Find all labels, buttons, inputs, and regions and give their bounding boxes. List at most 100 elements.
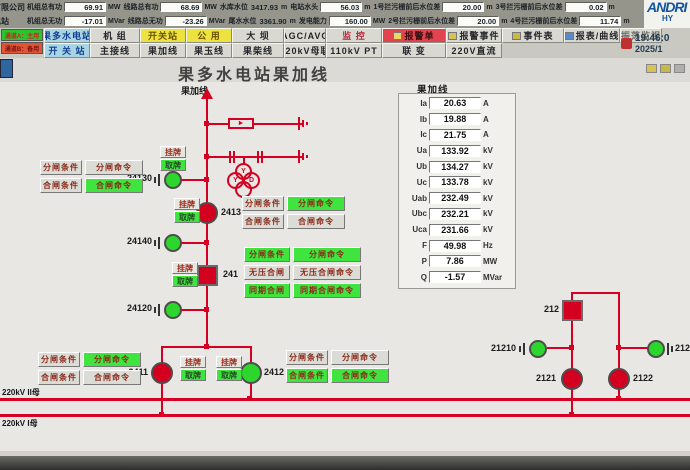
- command-button[interactable]: 分闸命令: [287, 196, 345, 211]
- condition-button[interactable]: 合闸条件: [40, 178, 82, 193]
- command-button[interactable]: 合闸命令: [83, 370, 141, 385]
- mini-toolbar-icon[interactable]: [646, 64, 657, 73]
- measurement-value: 133.92: [429, 145, 481, 157]
- mini-toolbar-icon[interactable]: [660, 64, 671, 73]
- tab-units[interactable]: 机 组: [90, 28, 140, 43]
- command-button[interactable]: 无压合闸命令: [293, 265, 361, 280]
- status-field-unit: MW: [204, 4, 216, 11]
- mini-toolbar-icon[interactable]: [674, 64, 685, 73]
- earth-switch-24140[interactable]: [164, 234, 182, 252]
- earth-symbol: [519, 346, 521, 352]
- command-button[interactable]: 同期合闸命令: [293, 283, 361, 298]
- condition-button[interactable]: 分闸条件: [244, 247, 290, 262]
- switch-label: 212: [535, 304, 559, 314]
- command-button[interactable]: 合闸命令: [287, 214, 345, 229]
- switch-label: 241: [223, 269, 238, 279]
- wire: [547, 347, 571, 349]
- status-field-unit: m: [609, 4, 615, 11]
- junction-dot: [569, 345, 574, 350]
- condition-button[interactable]: 同期合闸: [244, 283, 290, 298]
- measurement-unit: A: [483, 115, 489, 124]
- condition-button[interactable]: 分闸条件: [40, 160, 82, 175]
- hang-tag-button[interactable]: 挂牌: [160, 146, 186, 158]
- status-field-value: 20.00: [442, 2, 484, 12]
- measurement-label: Ua: [401, 146, 427, 155]
- earth-symbol: [667, 343, 669, 355]
- wire: [620, 347, 648, 349]
- remove-tag-button[interactable]: 取牌: [172, 275, 198, 287]
- tab-monitor[interactable]: 监 控: [326, 28, 382, 43]
- status-field: 尾水水位 3361.90 m: [228, 16, 295, 26]
- tab-alarm-sheet[interactable]: 报警单: [382, 28, 446, 43]
- command-button[interactable]: 分闸命令: [83, 352, 141, 367]
- condition-button[interactable]: 合闸条件: [38, 370, 80, 385]
- measurement-label: P: [401, 257, 427, 266]
- status-field-value: 11.74: [579, 16, 621, 26]
- condition-button[interactable]: 分闸条件: [286, 350, 328, 365]
- tab-event-list[interactable]: 事件表: [502, 28, 564, 43]
- tab-label: 公 用: [197, 29, 221, 42]
- status-bar: 有限公司 机组总有功 69.91 MW 线路总有功 68.69 MW: [0, 0, 690, 29]
- tab-110kv-pt[interactable]: 110kV PT: [326, 43, 382, 58]
- disconnector-2122[interactable]: [608, 368, 630, 390]
- hang-tag-button[interactable]: 挂牌: [172, 262, 198, 274]
- earth-terminal: [298, 150, 300, 163]
- disconnector-2121[interactable]: [561, 368, 583, 390]
- command-button[interactable]: 合闸命令: [85, 178, 143, 193]
- remove-tag-button[interactable]: 取牌: [174, 211, 200, 223]
- measurement-row: Uc 133.78 kV: [401, 176, 515, 189]
- tab-agc-avc[interactable]: AGC/AVC: [284, 28, 326, 43]
- remove-tag-button[interactable]: 取牌: [180, 369, 206, 381]
- tab-220kv-bus-tie[interactable]: 220kV母联: [284, 43, 326, 58]
- tab-label: 110kV PT: [330, 46, 378, 56]
- earth-switch-24130[interactable]: [164, 171, 182, 189]
- earth-switch-21210[interactable]: [529, 340, 547, 358]
- tab-dam[interactable]: 大 坝: [232, 28, 284, 43]
- disconnector-2412[interactable]: [240, 362, 262, 384]
- earth-switch-24120[interactable]: [164, 301, 182, 319]
- remove-tag-button[interactable]: 取牌: [216, 369, 242, 381]
- nav-icon[interactable]: [0, 59, 13, 78]
- earth-switch-21220[interactable]: [647, 340, 665, 358]
- tab-guoyu-line[interactable]: 果玉线: [186, 43, 232, 58]
- condition-button[interactable]: 分闸条件: [242, 196, 284, 211]
- hang-tag-button[interactable]: 挂牌: [174, 198, 200, 210]
- status-field-label: 线路总无功: [128, 16, 163, 26]
- hang-tag-button[interactable]: 挂牌: [216, 356, 242, 368]
- condition-button[interactable]: 分闸条件: [38, 352, 80, 367]
- status-field-value: 3361.90: [258, 17, 287, 26]
- status-field-label: 3号拦污栅前后水位差: [496, 2, 563, 12]
- tab-switchyard[interactable]: 开关站: [140, 28, 186, 43]
- remove-tag-button[interactable]: 取牌: [160, 159, 186, 171]
- breaker-241[interactable]: [197, 265, 218, 286]
- tab-220v-dc[interactable]: 220V直流: [446, 43, 502, 58]
- condition-button[interactable]: 合闸条件: [286, 368, 328, 383]
- tab-label: AGC/AVC: [284, 31, 326, 41]
- taskbar[interactable]: [0, 456, 690, 470]
- tab-common[interactable]: 公 用: [186, 28, 232, 43]
- junction-dot: [159, 412, 164, 417]
- condition-button[interactable]: 合闸条件: [242, 214, 284, 229]
- tab-reports-curves[interactable]: 报表/曲线: [564, 28, 620, 43]
- tab-guochai-line[interactable]: 果柴线: [232, 43, 284, 58]
- command-button[interactable]: 分闸命令: [293, 247, 361, 262]
- tab-guoduo-station[interactable]: 果多水电站: [44, 28, 90, 43]
- earth-terminal: [302, 153, 304, 160]
- tab-guojia-line[interactable]: 果加线: [140, 43, 186, 58]
- tab-station-transformer[interactable]: 联 变: [382, 43, 446, 58]
- status-field-label: 1号拦污栅前后水位差: [374, 2, 441, 12]
- condition-button[interactable]: 无压合闸: [244, 265, 290, 280]
- measurement-unit: A: [483, 130, 489, 139]
- tab-main-wiring[interactable]: 主接线: [90, 43, 140, 58]
- command-button[interactable]: 分闸命令: [85, 160, 143, 175]
- breaker-212[interactable]: [562, 300, 583, 321]
- tab-switchyard-nav[interactable]: 开 关 站: [44, 43, 90, 58]
- capacitor-symbol: [233, 151, 235, 163]
- command-button[interactable]: 合闸命令: [331, 368, 389, 383]
- hang-tag-button[interactable]: 挂牌: [180, 356, 206, 368]
- tab-alarm-events[interactable]: 报警事件: [446, 28, 502, 43]
- measurement-value: 134.27: [429, 161, 481, 173]
- bus-ii-label: 220kV II母: [2, 387, 40, 398]
- disconnector-2411[interactable]: [151, 362, 173, 384]
- command-button[interactable]: 分闸命令: [331, 350, 389, 365]
